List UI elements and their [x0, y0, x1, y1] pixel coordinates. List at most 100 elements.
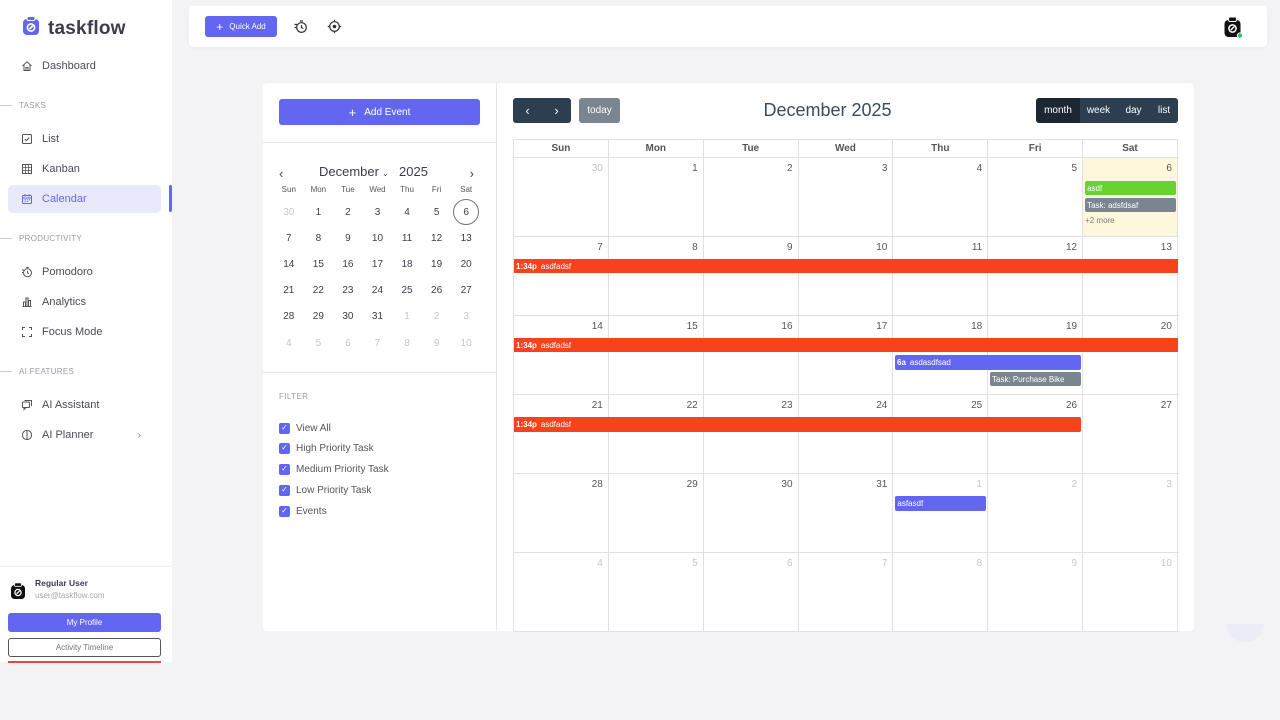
sidebar-item-ai-assistant[interactable]: AI Assistant — [8, 391, 161, 419]
mini-day[interactable]: 2 — [333, 199, 363, 225]
mini-day[interactable]: 10 — [451, 330, 481, 356]
mini-year-value[interactable]: 2025 — [399, 164, 428, 179]
activity-timeline-button[interactable]: Activity Timeline — [8, 638, 161, 657]
calendar-task[interactable]: Task: Purchase Bike — [990, 372, 1081, 386]
user-avatar-icon[interactable] — [1223, 16, 1244, 44]
day-number[interactable]: 6 — [1166, 163, 1172, 174]
day-number[interactable]: 9 — [787, 242, 793, 253]
day-number[interactable]: 18 — [971, 321, 982, 332]
add-event-button[interactable]: + Add Event — [279, 99, 480, 125]
mini-day[interactable]: 8 — [392, 330, 422, 356]
day-number[interactable]: 27 — [1161, 400, 1172, 411]
mini-day[interactable]: 14 — [274, 251, 304, 277]
calendar-event[interactable]: 1:34p asdfadsf — [514, 417, 1081, 432]
filter-view-all[interactable]: ✓ View All — [279, 421, 331, 435]
mini-day[interactable]: 18 — [392, 251, 422, 277]
mini-day[interactable]: 6 — [333, 330, 363, 356]
day-cell[interactable]: 7 — [799, 553, 894, 631]
day-cell[interactable]: 12 — [988, 237, 1084, 315]
view-week-button[interactable]: week — [1080, 98, 1117, 123]
day-number[interactable]: 17 — [876, 321, 887, 332]
day-cell[interactable]: 4 — [893, 158, 989, 236]
mini-month-select[interactable]: December ⌄ — [319, 164, 389, 179]
day-cell[interactable]: 3 — [1083, 474, 1178, 552]
day-cell[interactable]: 29 — [609, 474, 704, 552]
mini-day[interactable]: 22 — [304, 278, 334, 304]
mini-day[interactable]: 1 — [304, 199, 334, 225]
day-number[interactable]: 10 — [876, 242, 887, 253]
mini-day[interactable]: 7 — [274, 225, 304, 251]
filter-low-priority[interactable]: ✓ Low Priority Task — [279, 483, 371, 497]
day-cell[interactable]: 8 — [609, 237, 704, 315]
day-cell[interactable]: 26 — [988, 395, 1084, 473]
day-cell[interactable]: 2 — [988, 474, 1084, 552]
checkbox-checked-icon[interactable]: ✓ — [279, 505, 290, 517]
day-cell[interactable]: 9 — [988, 553, 1084, 631]
day-cell[interactable]: 10 — [1083, 553, 1178, 631]
checkbox-checked-icon[interactable]: ✓ — [279, 442, 290, 454]
mini-day[interactable]: 23 — [333, 278, 363, 304]
calendar-task[interactable]: Task: adsfdsaf — [1085, 198, 1177, 212]
mini-day[interactable]: 9 — [333, 225, 363, 251]
mini-day[interactable]: 31 — [363, 304, 393, 330]
day-number[interactable]: 6 — [787, 558, 793, 569]
view-month-button[interactable]: month — [1036, 98, 1080, 123]
sidebar-item-pomodoro[interactable]: Pomodoro — [8, 258, 161, 286]
day-number[interactable]: 4 — [977, 163, 983, 174]
day-number[interactable]: 24 — [876, 400, 887, 411]
day-cell[interactable]: 31 — [799, 474, 894, 552]
mini-day[interactable]: 10 — [363, 225, 393, 251]
day-cell[interactable]: 3 — [799, 158, 894, 236]
day-number[interactable]: 13 — [1161, 242, 1172, 253]
day-cell[interactable]: 23 — [704, 395, 799, 473]
day-number[interactable]: 9 — [1072, 558, 1078, 569]
day-number[interactable]: 31 — [876, 479, 887, 490]
quick-add-button[interactable]: + Quick Add — [205, 16, 277, 37]
mini-day[interactable]: 9 — [422, 330, 452, 356]
calendar-event[interactable]: asfasdf — [895, 496, 987, 511]
mini-day[interactable]: 24 — [363, 278, 393, 304]
day-cell-today[interactable]: 6 asdf Task: adsfdsaf +2 more — [1083, 158, 1178, 236]
sidebar-item-ai-planner[interactable]: AI Planner › — [8, 421, 161, 449]
mini-day[interactable]: 3 — [451, 304, 481, 330]
mini-day[interactable]: 17 — [363, 251, 393, 277]
calendar-event[interactable]: 1:34p asdfadsf — [514, 338, 1178, 352]
day-number[interactable]: 21 — [592, 400, 603, 411]
day-number[interactable]: 1 — [977, 479, 983, 490]
chevron-left-icon[interactable]: ‹ — [279, 166, 283, 181]
mini-day-today[interactable]: 6 — [451, 199, 481, 225]
day-number[interactable]: 30 — [592, 163, 603, 174]
mini-day[interactable]: 28 — [274, 304, 304, 330]
day-cell[interactable]: 30 — [704, 474, 799, 552]
mini-day[interactable]: 27 — [451, 278, 481, 304]
more-events-link[interactable]: +2 more — [1085, 216, 1115, 225]
my-profile-button[interactable]: My Profile — [8, 613, 161, 632]
focus-target-icon[interactable] — [326, 18, 342, 34]
day-number[interactable]: 15 — [687, 321, 698, 332]
day-number[interactable]: 11 — [972, 242, 982, 253]
day-number[interactable]: 4 — [597, 558, 603, 569]
day-cell[interactable]: 17 — [799, 316, 894, 394]
day-number[interactable]: 8 — [977, 558, 983, 569]
mini-day[interactable]: 20 — [451, 251, 481, 277]
day-cell[interactable]: 28 — [514, 474, 609, 552]
day-cell[interactable]: 27 — [1083, 395, 1178, 473]
sidebar-item-kanban[interactable]: Kanban — [8, 155, 161, 183]
day-cell[interactable]: 9 — [704, 237, 799, 315]
day-cell[interactable]: 5 — [988, 158, 1084, 236]
day-number[interactable]: 5 — [692, 558, 698, 569]
sidebar-item-list[interactable]: List — [8, 125, 161, 153]
day-cell[interactable]: 20 — [1083, 316, 1178, 394]
mini-day[interactable]: 5 — [422, 199, 452, 225]
brand[interactable]: taskflow — [22, 16, 126, 41]
day-cell[interactable]: 6 — [704, 553, 799, 631]
mini-day[interactable]: 7 — [363, 330, 393, 356]
logout-button[interactable] — [8, 661, 161, 663]
day-cell[interactable]: 10 — [799, 237, 894, 315]
mini-day[interactable]: 1 — [392, 304, 422, 330]
day-number[interactable]: 14 — [592, 321, 603, 332]
day-number[interactable]: 20 — [1161, 321, 1172, 332]
checkbox-checked-icon[interactable]: ✓ — [279, 463, 290, 475]
filter-medium-priority[interactable]: ✓ Medium Priority Task — [279, 462, 389, 476]
day-number[interactable]: 5 — [1072, 163, 1078, 174]
